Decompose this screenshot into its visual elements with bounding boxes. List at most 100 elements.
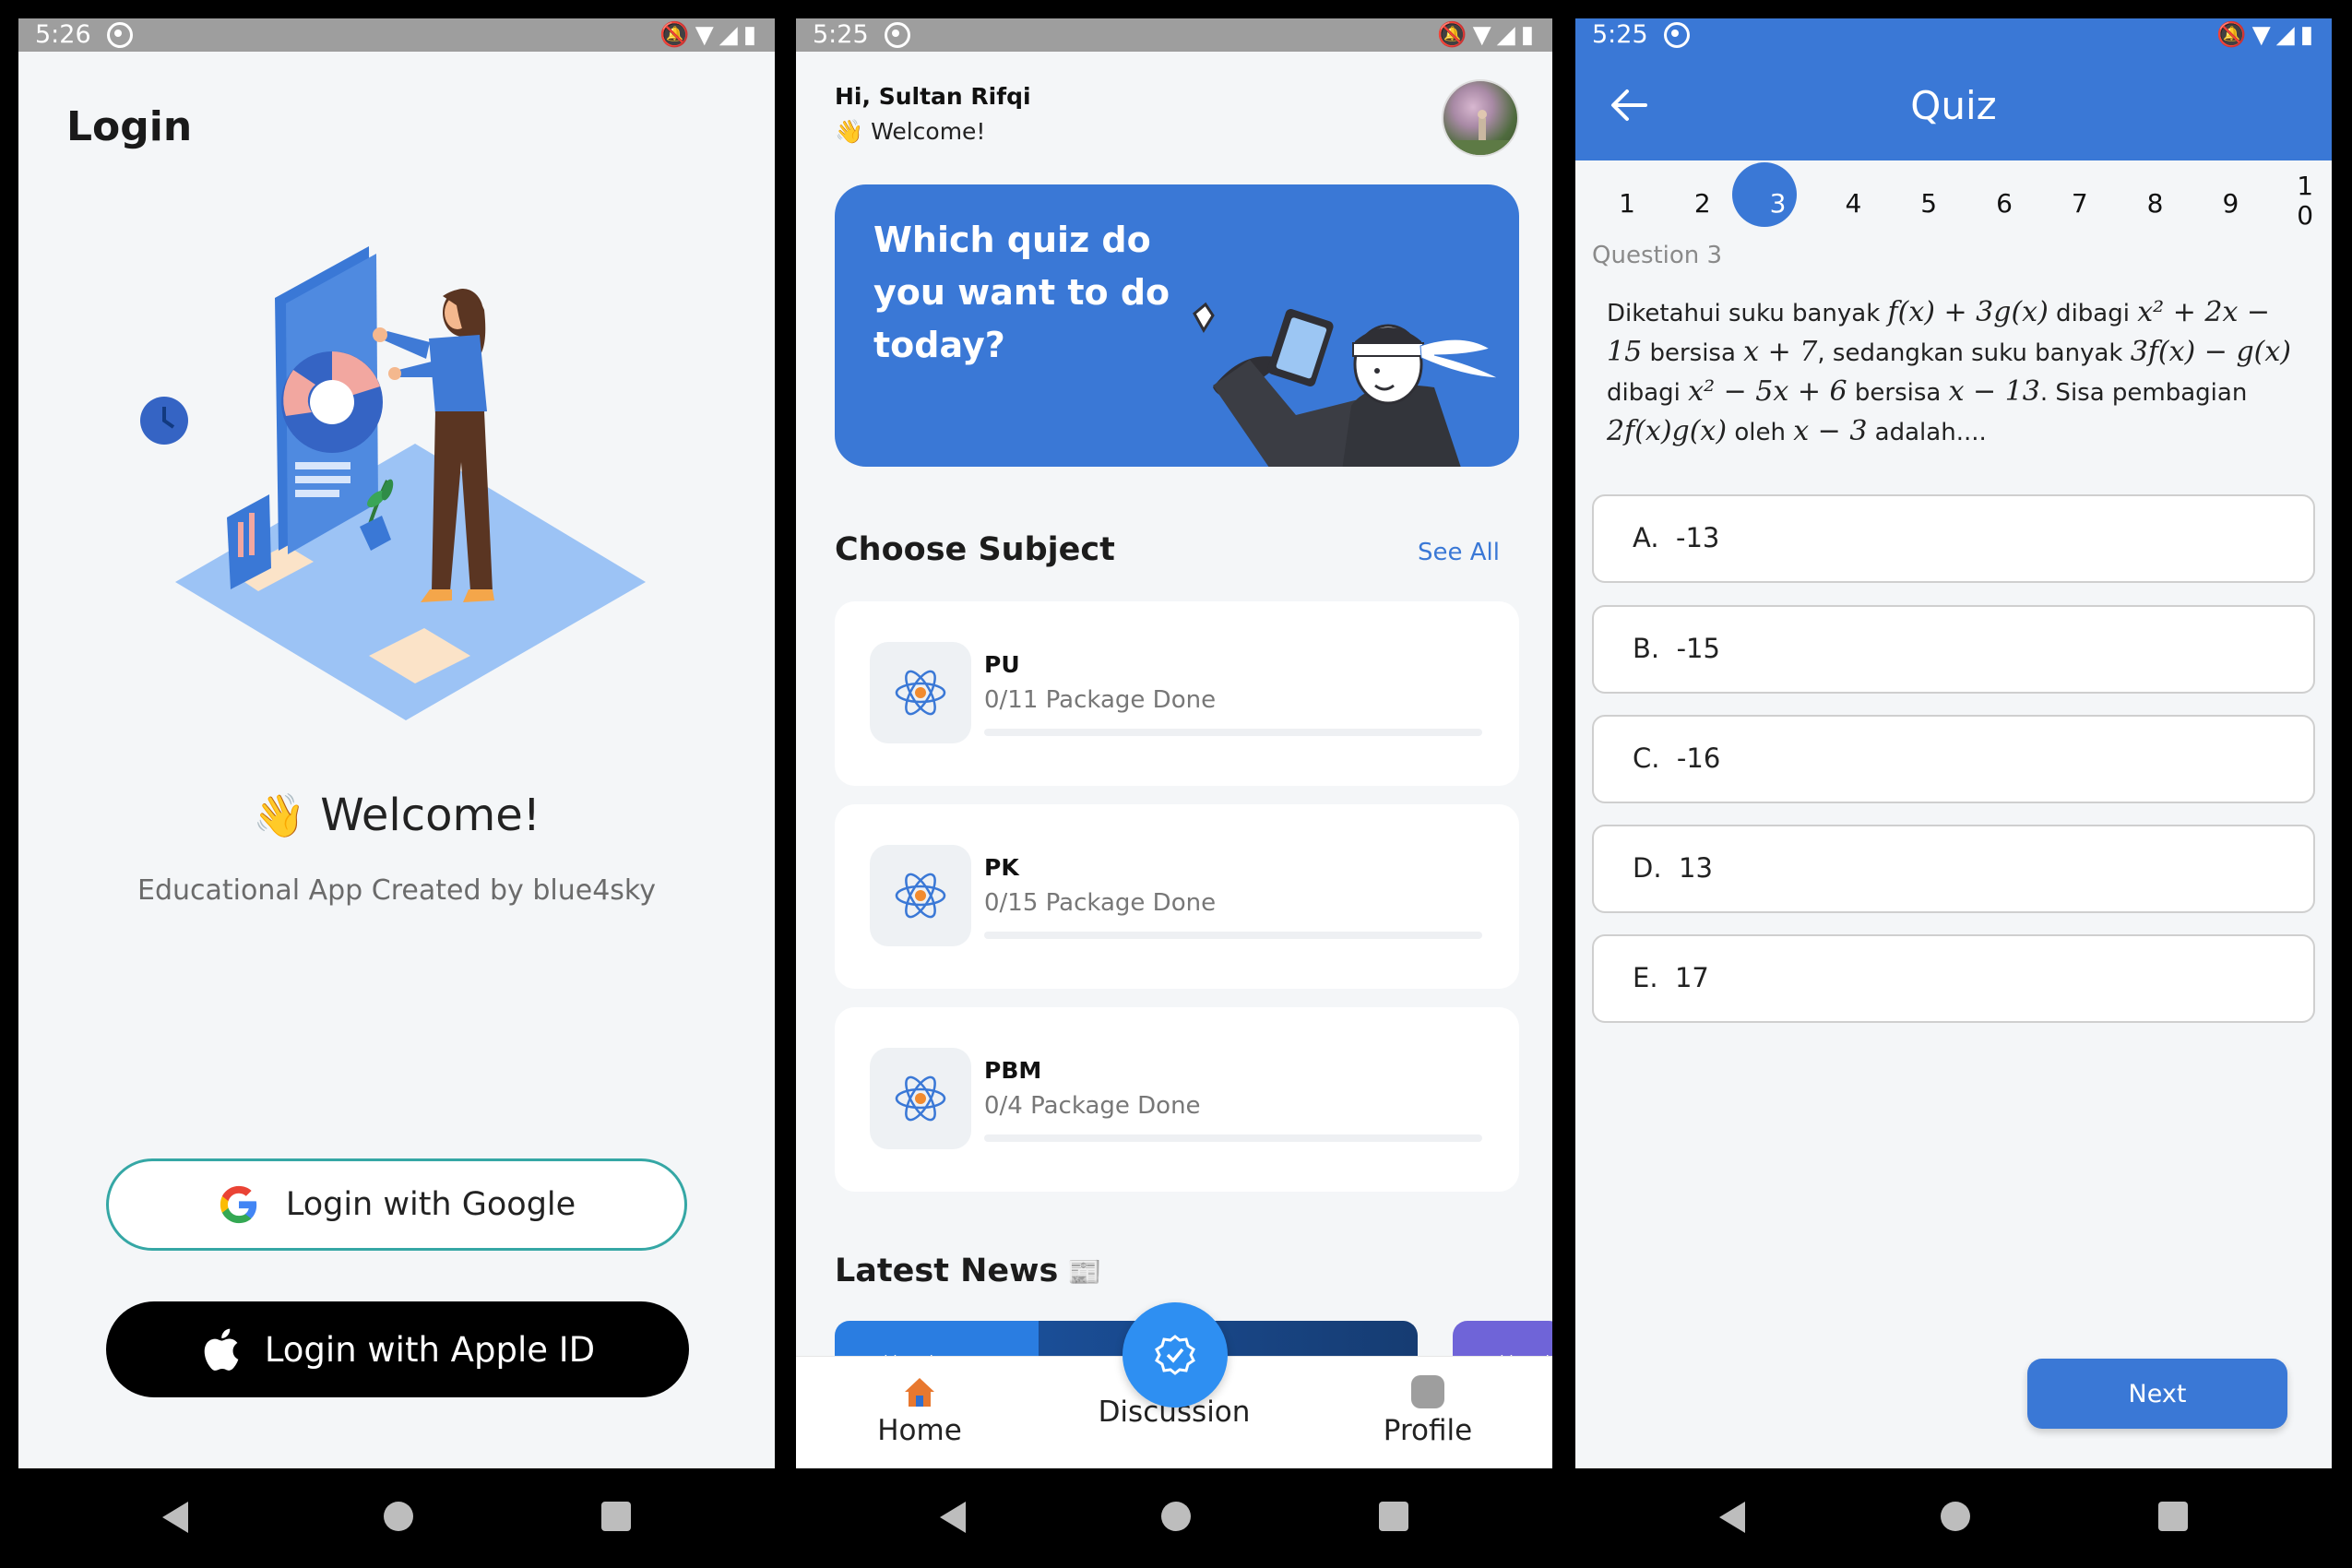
page-title: Quiz [1910,83,1997,128]
subject-progress-bar [984,729,1482,736]
system-nav-bar [1575,1468,2332,1568]
hero-text: Which quiz do you want to do today? [873,220,1170,365]
question-text-part: dibagi [1607,379,1689,407]
question-number-7[interactable]: 7 [2042,172,2118,236]
tab-profile[interactable]: Profile [1336,1373,1520,1447]
math-expression: x − 3 [1793,415,1868,447]
question-number-3[interactable]: 3 [1740,172,1816,236]
student-illustration [1193,302,1500,467]
home-screen: 5:25 🔕▼◢▮ Hi, Sultan Rifqi 👋 Welcome! Wh… [796,0,1552,1568]
question-number-6[interactable]: 6 [1966,172,2042,236]
subject-name: PK [984,854,1019,881]
login-google-label: Login with Google [285,1186,576,1223]
option-letter: B. [1633,633,1660,664]
nav-home-icon[interactable] [1941,1502,1970,1531]
system-nav-bar [796,1468,1552,1568]
subject-name: PU [984,651,1020,678]
atom-icon [870,1048,971,1149]
question-number-1[interactable]: 1 [1589,172,1665,236]
quiz-content: Quiz 1 2 3 4 5 6 7 8 9 10 Question 3 Diketahui su… [1575,52,2332,1468]
login-screen: 5:26 🔕▼◢▮ Login 👋 Welcome! Educational A… [18,0,775,1568]
answer-option-c[interactable]: C. -16 [1592,715,2315,803]
answer-option-b[interactable]: B. -15 [1592,605,2315,694]
subject-progress-text: 0/11 Package Done [984,686,1217,714]
question-number-8[interactable]: 8 [2118,172,2193,236]
question-number-9[interactable]: 9 [2192,172,2268,236]
next-button[interactable]: Next [2027,1359,2287,1429]
sync-icon [107,22,133,48]
latest-news-title: Latest News 📰 [835,1253,1102,1289]
question-text-part: bersisa [1642,339,1744,367]
sync-icon [1664,22,1690,48]
option-value: 13 [1679,852,1713,884]
question-number-2[interactable]: 2 [1665,172,1740,236]
nav-recent-apps-icon[interactable] [2158,1502,2188,1531]
status-icons: 🔕▼◢▮ [1437,21,1539,49]
answer-option-e[interactable]: E. 17 [1592,934,2315,1023]
tab-home-label: Home [877,1414,962,1447]
subject-card-pbm[interactable]: PBM 0/4 Package Done [835,1007,1519,1192]
math-expression: 2f(x)g(x) [1607,415,1728,447]
option-letter: A. [1633,522,1659,553]
question-number-4[interactable]: 4 [1815,172,1891,236]
nav-back-icon[interactable] [1719,1502,1745,1533]
question-number-10[interactable]: 10 [2296,172,2314,231]
status-bar: 5:25 🔕▼◢▮ [1575,18,2332,52]
system-nav-bar [18,1468,775,1568]
answer-option-a[interactable]: A. -13 [1592,494,2315,583]
nav-back-icon[interactable] [162,1502,188,1533]
welcome-subtext: 👋 Welcome! [835,118,986,145]
question-text-part: bersisa [1847,379,1949,407]
nav-home-icon[interactable] [384,1502,413,1531]
nav-back-icon[interactable] [940,1502,966,1533]
avatar[interactable] [1442,79,1519,157]
atom-icon [870,845,971,946]
option-value: 17 [1674,962,1709,993]
sync-icon [885,22,910,48]
discussion-fab[interactable] [1123,1302,1228,1408]
math-expression: f(x) + 3g(x) [1887,296,2049,328]
page-title: Login [66,103,193,150]
login-google-button[interactable]: Login with Google [106,1158,687,1251]
see-all-link[interactable]: See All [1418,539,1500,566]
option-value: -13 [1675,522,1720,553]
latest-news-label: Latest News [835,1253,1059,1289]
apple-icon [204,1328,239,1371]
waving-hand-icon: 👋 [252,790,306,840]
profile-icon [1411,1375,1444,1408]
nav-recent-apps-icon[interactable] [1379,1502,1408,1531]
newspaper-icon: 📰 [1067,1256,1102,1289]
login-apple-button[interactable]: Login with Apple ID [106,1301,689,1397]
verified-check-icon [1155,1335,1195,1375]
subject-progress-bar [984,932,1482,939]
quiz-hero-banner[interactable]: Which quiz do you want to do today? [835,184,1519,467]
question-text-part: , sedangkan suku banyak [1817,339,2131,367]
quiz-screen: 5:25 🔕▼◢▮ Quiz 1 2 3 4 5 6 7 8 9 10 Question 3 Di… [1575,0,2332,1568]
answer-option-d[interactable]: D. 13 [1592,825,2315,913]
login-content: Login 👋 Welcome! Educational App Created… [18,52,775,1468]
welcome-heading: 👋 Welcome! [18,790,775,841]
question-number-5[interactable]: 5 [1891,172,1966,236]
math-expression: x + 7 [1743,336,1818,368]
option-letter: D. [1633,852,1662,884]
status-bar: 5:25 🔕▼◢▮ [796,18,1552,52]
subject-card-pk[interactable]: PK 0/15 Package Done [835,804,1519,989]
math-expression: x² − 5x + 6 [1688,375,1847,408]
avatar-photo-icon [1443,110,1517,155]
question-text: Diketahui suku banyak f(x) + 3g(x) dibag… [1607,293,2308,452]
status-icons: 🔕▼◢▮ [659,21,762,49]
nav-home-icon[interactable] [1161,1502,1191,1531]
math-expression: x − 13 [1948,375,2040,408]
tab-home[interactable]: Home [827,1373,1012,1447]
nav-recent-apps-icon[interactable] [601,1502,631,1531]
question-text-part: oleh [1727,419,1794,446]
option-letter: C. [1633,742,1660,774]
subject-progress-bar [984,1134,1482,1142]
google-icon [220,1185,256,1224]
subject-card-pu[interactable]: PU 0/11 Package Done [835,601,1519,786]
option-value: -16 [1676,742,1721,774]
question-text-part: adalah.... [1867,419,1987,446]
app-subtitle: Educational App Created by blue4sky [137,874,656,907]
math-expression: 3f(x) − g(x) [2130,336,2291,368]
tab-profile-label: Profile [1383,1414,1473,1447]
